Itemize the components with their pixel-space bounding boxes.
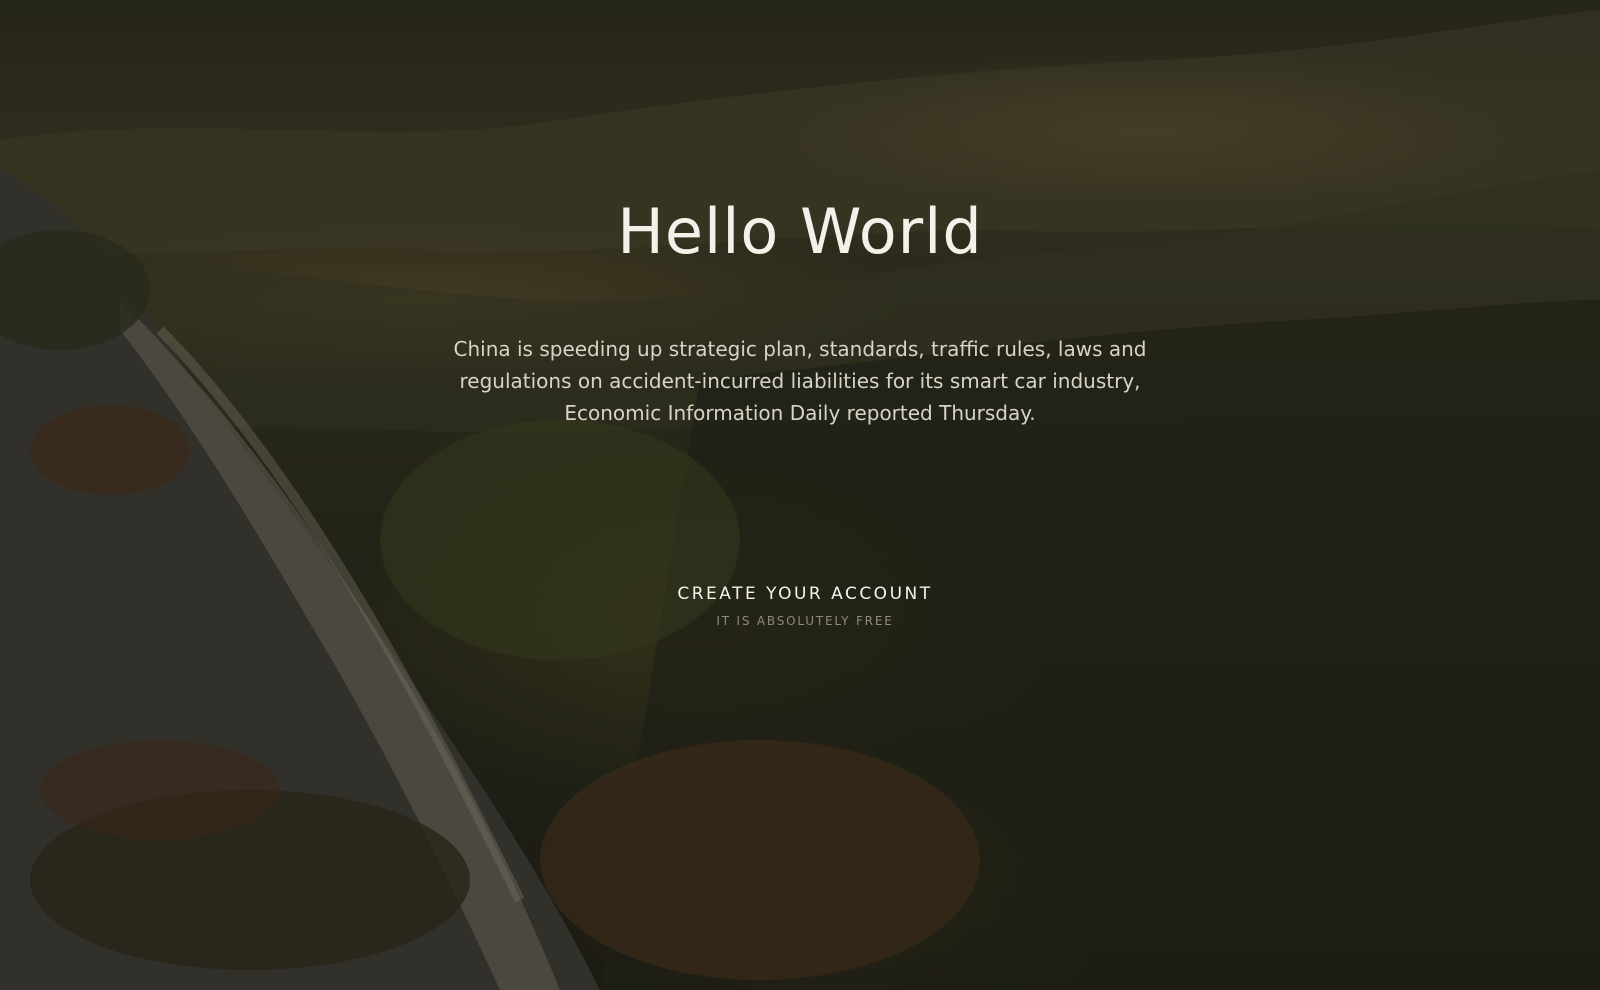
create-account-button[interactable]: CREATE YOUR ACCOUNT IT IS ABSOLUTELY FRE…: [600, 584, 1010, 628]
hero-description: China is speeding up strategic plan, sta…: [453, 337, 1147, 425]
create-account-sublabel: IT IS ABSOLUTELY FREE: [716, 614, 894, 628]
create-account-label: CREATE YOUR ACCOUNT: [677, 584, 933, 604]
hero-content: Hello World China is speeding up strateg…: [0, 0, 1600, 990]
hero-section: Hello World China is speeding up strateg…: [0, 0, 1600, 990]
hero-title: Hello World: [617, 195, 983, 268]
